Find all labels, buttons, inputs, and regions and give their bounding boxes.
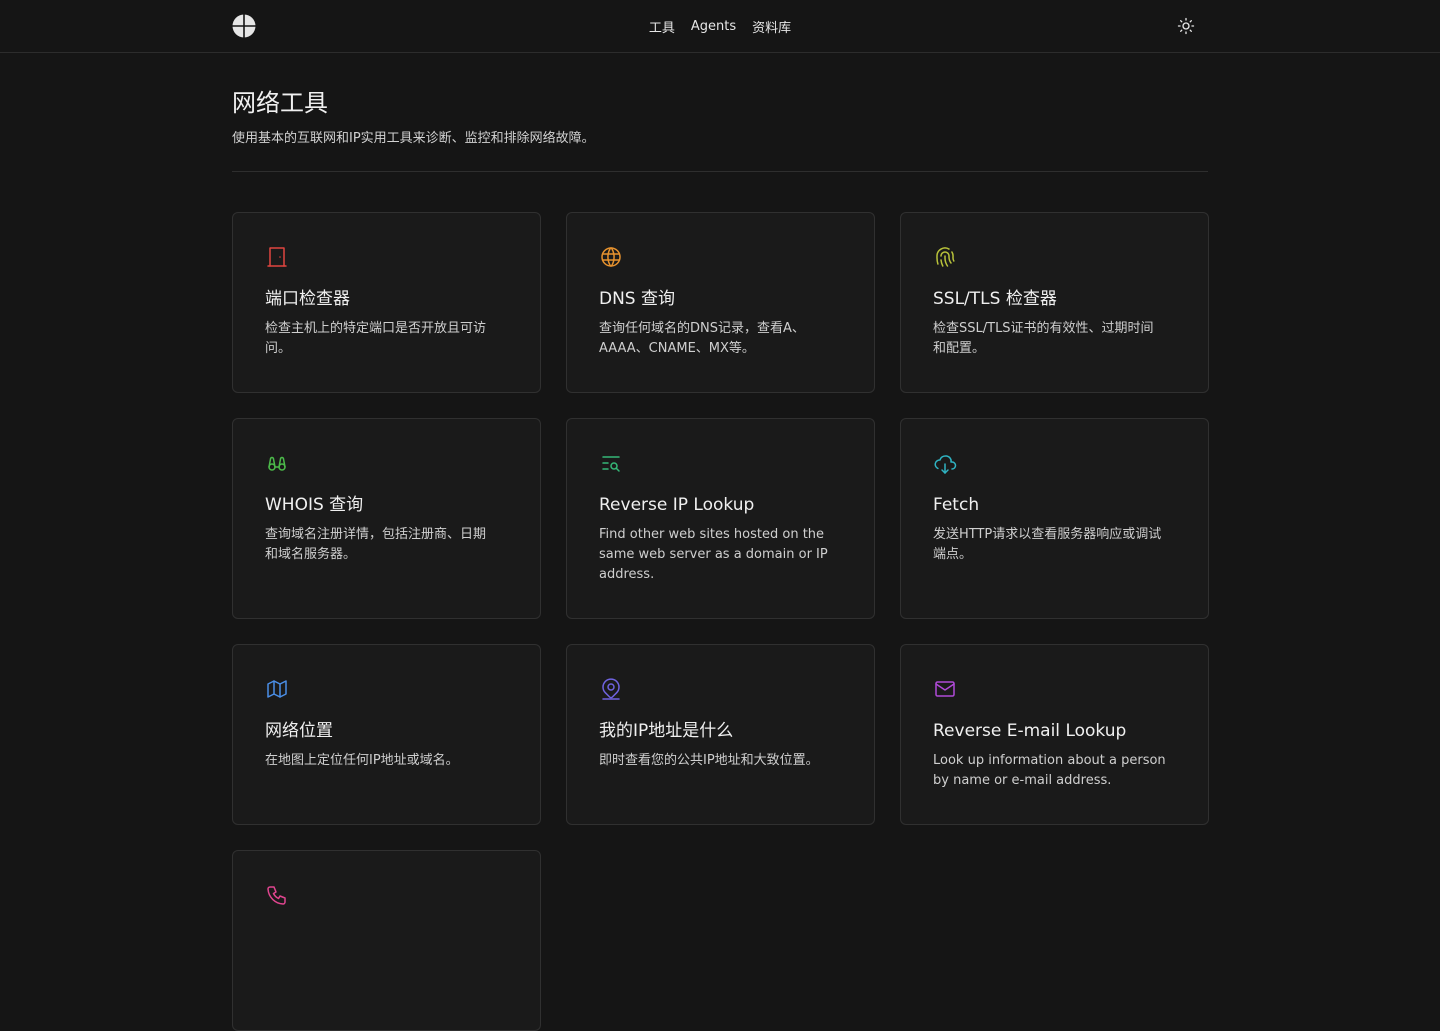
tool-card-title: Fetch [933, 495, 980, 515]
nav-link-agents[interactable]: Agents [691, 19, 736, 34]
tool-card-title: 网络位置 [265, 721, 333, 741]
map-icon [267, 680, 287, 698]
tool-card-reverse-ip-lookup[interactable]: Reverse IP Lookup Find other web sites h… [566, 418, 875, 619]
nav-link-tools[interactable]: 工具 [649, 17, 675, 36]
tool-card-description: 检查主机上的特定端口是否开放且可访问。 [265, 321, 487, 356]
tool-card-title: SSL/TLS 检查器 [933, 289, 1057, 309]
tool-card-phone-lookup[interactable] [232, 850, 541, 1031]
divider [232, 171, 1208, 172]
page-title: 网络工具 [232, 89, 328, 117]
phone-icon [267, 886, 286, 905]
tool-card-whois-lookup[interactable]: WHOIS 查询 查询域名注册详情，包括注册商、日期和域名服务器。 [232, 418, 541, 619]
tool-card-port-checker[interactable]: 端口检查器 检查主机上的特定端口是否开放且可访问。 [232, 212, 541, 393]
tool-card-title: Reverse E-mail Lookup [933, 721, 1127, 741]
tool-card-description: 检查SSL/TLS证书的有效性、过期时间和配置。 [933, 321, 1154, 356]
top-navigation-bar: 工具 Agents 资料库 [0, 0, 1440, 53]
tool-card-description: Find other web sites hosted on the same … [599, 527, 828, 582]
sun-icon [1177, 17, 1195, 35]
main-content: 网络工具 使用基本的互联网和IP实用工具来诊断、监控和排除网络故障。 端口检查器… [232, 53, 1209, 1031]
tool-card-description: Look up information about a person by na… [933, 753, 1166, 788]
tool-card-what-is-my-ip[interactable]: 我的IP地址是什么 即时查看您的公共IP地址和大致位置。 [566, 644, 875, 825]
theme-toggle-button[interactable] [1176, 16, 1196, 36]
binoculars-icon [268, 456, 286, 471]
tool-card-title: 我的IP地址是什么 [599, 721, 734, 741]
page-subtitle: 使用基本的互联网和IP实用工具来诊断、监控和排除网络故障。 [232, 131, 595, 146]
tools-grid: 端口检查器 检查主机上的特定端口是否开放且可访问。 DNS 查询 查询任何域名的… [232, 212, 1209, 1031]
tool-card-description: 查询域名注册详情，包括注册商、日期和域名服务器。 [265, 527, 487, 562]
tool-card-title: DNS 查询 [599, 289, 676, 309]
tool-card-description: 在地图上定位任何IP地址或域名。 [265, 753, 459, 768]
cloud-download-icon [934, 455, 957, 474]
tool-card-ssl-checker[interactable]: SSL/TLS 检查器 检查SSL/TLS证书的有效性、过期时间和配置。 [900, 212, 1209, 393]
fingerprint-icon [936, 247, 955, 267]
tool-card-description: 查询任何域名的DNS记录，查看A、AAAA、CNAME、MX等。 [599, 321, 805, 356]
tool-card-ip-geolocation[interactable]: 网络位置 在地图上定位任何IP地址或域名。 [232, 644, 541, 825]
nav-link-library[interactable]: 资料库 [752, 17, 791, 36]
tool-card-description: 发送HTTP请求以查看服务器响应或调试端点。 [933, 527, 1162, 562]
main-nav: 工具 Agents 资料库 [0, 0, 1440, 53]
tool-card-description: 即时查看您的公共IP地址和大致位置。 [599, 753, 819, 768]
globe-icon [601, 247, 621, 267]
tool-card-fetch[interactable]: Fetch 发送HTTP请求以查看服务器响应或调试端点。 [900, 418, 1209, 619]
list-search-icon [602, 456, 620, 472]
map-pin-icon [602, 678, 620, 700]
tool-card-title: 端口检查器 [265, 289, 350, 309]
logo-icon[interactable] [232, 14, 256, 38]
mail-icon [935, 681, 955, 697]
tool-card-reverse-email-lookup[interactable]: Reverse E-mail Lookup Look up informatio… [900, 644, 1209, 825]
tool-card-dns-lookup[interactable]: DNS 查询 查询任何域名的DNS记录，查看A、AAAA、CNAME、MX等。 [566, 212, 875, 393]
door-icon [267, 247, 287, 267]
tool-card-title: WHOIS 查询 [265, 495, 364, 515]
tool-card-title: Reverse IP Lookup [599, 495, 755, 515]
